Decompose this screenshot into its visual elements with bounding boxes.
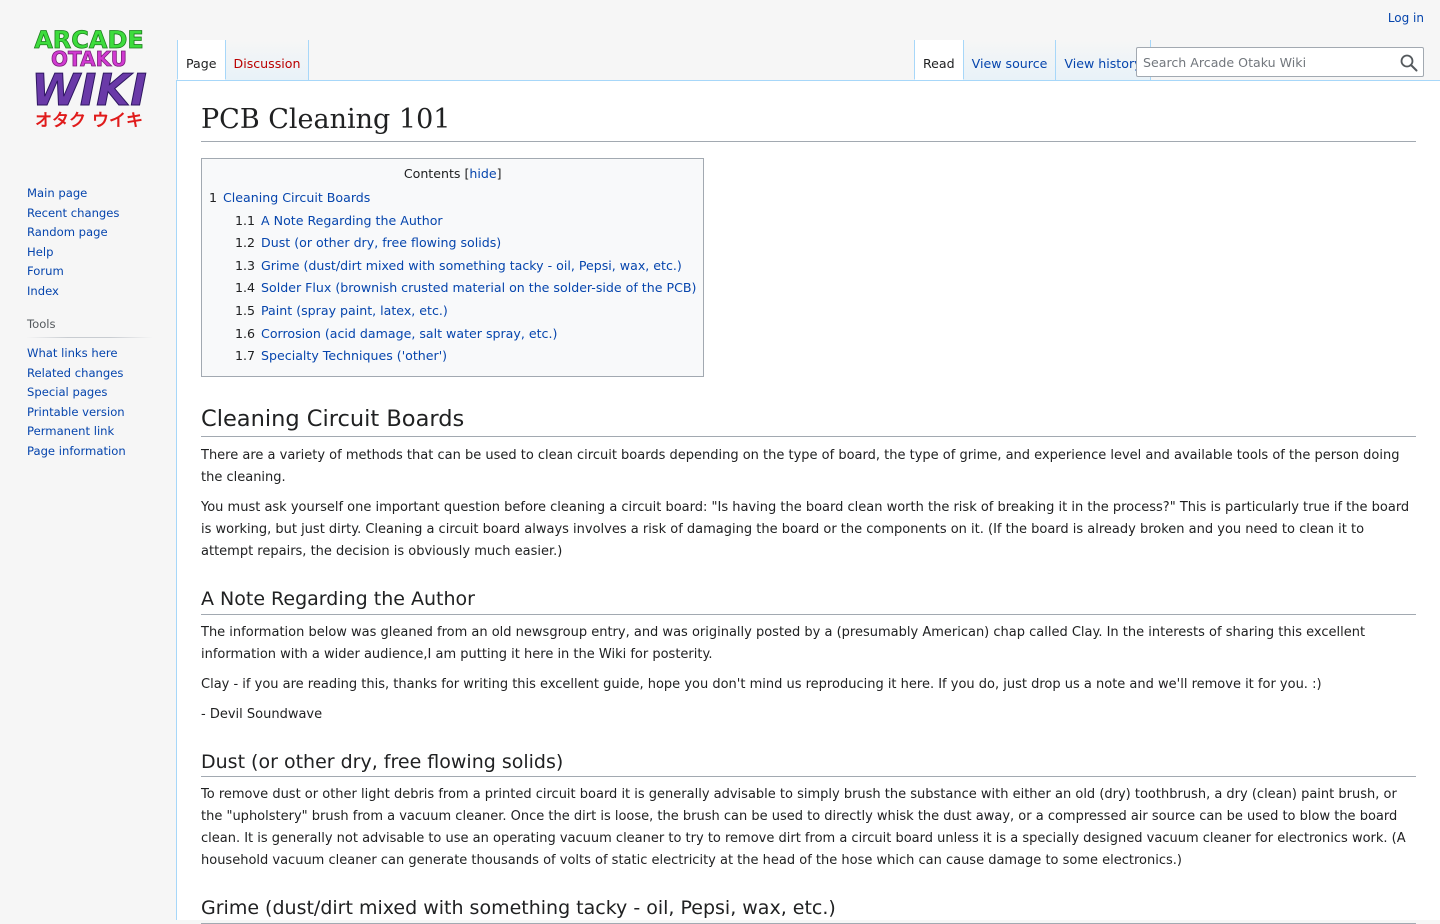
toc-link[interactable]: Paint (spray paint, latex, etc.) (261, 303, 448, 318)
svg-text:オタク ウイキ: オタク ウイキ (35, 111, 143, 131)
section-heading-dust: Dust (or other dry, free flowing solids) (201, 750, 1416, 778)
paragraph: You must ask yourself one important ques… (201, 500, 1410, 559)
toc-link[interactable]: Solder Flux (brownish crusted material o… (261, 280, 696, 295)
site-logo[interactable]: ARCADE OTAKU WIKI オタク ウイキ (14, 24, 164, 134)
toc-number: 1.2 (235, 235, 256, 251)
sidebar-item-help[interactable]: Help (27, 245, 53, 259)
toc-link[interactable]: A Note Regarding the Author (261, 213, 443, 228)
toc-item[interactable]: 1.3 Grime (dust/dirt mixed with something… (209, 255, 696, 278)
paragraph: Clay - if you are reading this, thanks f… (201, 676, 1322, 692)
section-heading-note-author: A Note Regarding the Author (201, 587, 1416, 615)
sidebar-item-forum[interactable]: Forum (27, 264, 64, 278)
content-area: PCB Cleaning 101 Contents [hide] 1 Cleani… (176, 80, 1440, 924)
tab-view-source[interactable]: View source (963, 40, 1057, 80)
section-heading-cleaning-circuit-boards: Cleaning Circuit Boards (201, 405, 1416, 437)
toc-toggle-bracket-close: ] (496, 166, 502, 181)
sidebar-item-page-information[interactable]: Page information (27, 444, 126, 458)
section-heading-grime: Grime (dust/dirt mixed with something ta… (201, 896, 1416, 924)
tools-heading: Tools (27, 317, 152, 338)
personal-tools: Log in (1388, 11, 1424, 25)
sidebar-item-random-page[interactable]: Random page (27, 225, 108, 239)
sidebar-tools: Tools What links here Related changes Sp… (27, 317, 176, 461)
paragraph: To remove dust or other light debris fro… (201, 787, 1406, 869)
login-link[interactable]: Log in (1388, 11, 1424, 25)
sidebar-item-related-changes[interactable]: Related changes (27, 366, 123, 380)
svg-text:WIKI: WIKI (31, 65, 146, 116)
toc-link[interactable]: Corrosion (acid damage, salt water spray… (261, 326, 557, 341)
toc-title: Contents [hide] (209, 166, 696, 181)
tab-discussion[interactable]: Discussion (225, 40, 310, 80)
toc-number: 1.7 (235, 348, 256, 364)
search-input[interactable] (1137, 48, 1387, 76)
paragraph: - Devil Soundwave (201, 706, 323, 722)
toc-link[interactable]: Specialty Techniques ('other') (261, 348, 447, 363)
namespace-tabs: Page Discussion (177, 40, 310, 80)
sidebar-item-what-links-here[interactable]: What links here (27, 346, 118, 360)
toc-heading: Contents (403, 166, 461, 181)
sidebar-item-index[interactable]: Index (27, 284, 59, 298)
toc-item[interactable]: 1.2 Dust (or other dry, free flowing soli… (209, 232, 696, 255)
search-box (1136, 47, 1424, 77)
toc-link[interactable]: Cleaning Circuit Boards (223, 190, 370, 205)
toc-item[interactable]: 1.6 Corrosion (acid damage, salt water sp… (209, 323, 696, 346)
page-title: PCB Cleaning 101 (201, 102, 1416, 142)
sidebar-navigation: Main page Recent changes Random page Hel… (27, 180, 176, 301)
toc-item[interactable]: 1.4 Solder Flux (brownish crusted materia… (209, 277, 696, 300)
sidebar-item-permanent-link[interactable]: Permanent link (27, 424, 114, 438)
arcade-otaku-wiki-logo: ARCADE OTAKU WIKI オタク ウイキ (31, 26, 147, 131)
toc-hide-toggle[interactable]: hide (469, 166, 496, 181)
toc-link[interactable]: Dust (or other dry, free flowing solids) (261, 235, 501, 250)
paragraph: The information below was gleaned from a… (201, 624, 1366, 662)
toc-list: 1 Cleaning Circuit Boards 1.1 A Note Regar… (209, 187, 696, 368)
toc-link[interactable]: Grime (dust/dirt mixed with something ta… (261, 258, 682, 273)
toc-number: 1.3 (235, 257, 256, 273)
tab-read[interactable]: Read (914, 40, 964, 80)
toc-item[interactable]: 1.5 Paint (spray paint, latex, etc.) (209, 300, 696, 323)
tab-page[interactable]: Page (177, 40, 226, 80)
sidebar-item-special-pages[interactable]: Special pages (27, 385, 107, 399)
search-icon[interactable] (1399, 53, 1419, 73)
toc-item[interactable]: 1.7 Specialty Techniques ('other') (209, 345, 696, 368)
sidebar-item-printable-version[interactable]: Printable version (27, 405, 125, 419)
toc-number: 1.1 (235, 212, 256, 228)
sidebar: Main page Recent changes Random page Hel… (0, 180, 176, 461)
toc-item[interactable]: 1.1 A Note Regarding the Author (209, 210, 696, 233)
toc-number: 1.4 (235, 280, 256, 296)
view-tabs: Read View source View history (914, 40, 1151, 80)
paragraph: There are a variety of methods that can … (201, 448, 1400, 485)
toc-number: 1 (209, 190, 218, 205)
toc-number: 1.5 (235, 302, 256, 318)
toc-number: 1.6 (235, 325, 256, 341)
sidebar-item-recent-changes[interactable]: Recent changes (27, 206, 119, 220)
sidebar-item-main-page[interactable]: Main page (27, 186, 87, 200)
table-of-contents: Contents [hide] 1 Cleaning Circuit Boards… (201, 158, 705, 377)
toc-item[interactable]: 1 Cleaning Circuit Boards (209, 187, 696, 210)
